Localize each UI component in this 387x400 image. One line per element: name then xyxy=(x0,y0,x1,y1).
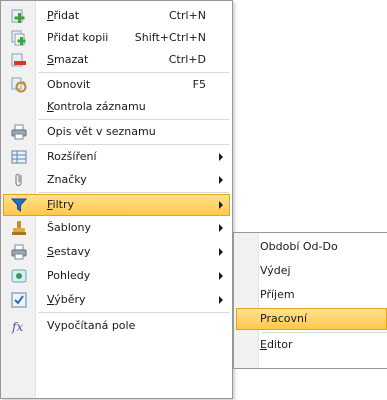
submenu-item-pracovni[interactable]: Pracovní xyxy=(236,308,387,330)
add-icon xyxy=(11,8,27,24)
menu-item-pridat[interactable]: Přidat Ctrl+N xyxy=(3,5,230,27)
submenu-arrow-icon xyxy=(219,176,223,184)
filter-icon xyxy=(10,197,28,213)
delete-icon xyxy=(11,52,27,68)
submenu-item-label: Příjem xyxy=(260,288,295,301)
menu-item-pridat-kopii[interactable]: Přidat kopii Shift+Ctrl+N xyxy=(3,27,230,49)
submenu-item-label: Editor xyxy=(260,338,293,351)
submenu-item-editor[interactable]: Editor xyxy=(236,334,387,356)
submenu-arrow-icon xyxy=(219,248,223,256)
menu-separator xyxy=(38,119,229,120)
menu-item-sestavy[interactable]: Sestavy xyxy=(3,241,230,263)
printer-icon xyxy=(11,124,27,140)
menu-item-label: Kontrola záznamu xyxy=(47,100,146,113)
paperclip-icon xyxy=(11,172,27,188)
submenu-arrow-icon xyxy=(219,272,223,280)
menu-item-label: Vypočítaná pole xyxy=(47,319,136,332)
menu-item-label: Přidat xyxy=(47,9,80,22)
add-copy-icon xyxy=(11,30,27,46)
menu-item-label: Filtry xyxy=(47,198,74,211)
menu-item-label: Rozšíření xyxy=(47,150,97,163)
menu-item-label: Smazat xyxy=(47,53,89,66)
filtry-submenu: Období Od-Do Výdej Příjem Pracovní Edito… xyxy=(233,232,387,369)
menu-item-pohledy[interactable]: Pohledy xyxy=(3,265,230,287)
stamp-icon xyxy=(11,220,27,236)
printer-icon xyxy=(11,244,27,260)
menu-item-kontrola-zaznamu[interactable]: Kontrola záznamu xyxy=(3,96,230,118)
context-menu: Přidat Ctrl+N Přidat kopii Shift+Ctrl+N … xyxy=(0,0,233,399)
submenu-arrow-icon xyxy=(219,296,223,304)
menu-item-znacky[interactable]: Značky xyxy=(3,169,230,191)
submenu-arrow-icon xyxy=(219,153,223,161)
menu-item-sablony[interactable]: Šablony xyxy=(3,217,230,239)
submenu-item-vydej[interactable]: Výdej xyxy=(236,260,387,282)
submenu-item-obdobi[interactable]: Období Od-Do xyxy=(236,236,387,258)
submenu-item-label: Období Od-Do xyxy=(260,240,338,253)
menu-item-vybery[interactable]: Výběry xyxy=(3,289,230,311)
menu-item-rozsireni[interactable]: Rozšíření xyxy=(3,146,230,168)
submenu-separator xyxy=(262,332,387,333)
menu-separator xyxy=(38,72,229,73)
grid-icon xyxy=(11,149,27,165)
menu-item-opis-vet[interactable]: Opis vět v seznamu xyxy=(3,121,230,143)
menu-separator xyxy=(38,192,229,193)
menu-separator xyxy=(38,312,229,313)
menu-item-obnovit[interactable]: Obnovit F5 xyxy=(3,74,230,96)
menu-item-label: Značky xyxy=(47,173,87,186)
menu-item-label: Opis vět v seznamu xyxy=(47,125,156,138)
submenu-item-label: Pracovní xyxy=(260,312,308,325)
menu-item-label: Přidat kopii xyxy=(47,31,109,44)
formula-icon: fx xyxy=(11,318,27,334)
menu-item-shortcut: F5 xyxy=(192,78,206,91)
view-icon xyxy=(11,268,27,284)
submenu-arrow-icon xyxy=(219,201,223,209)
submenu-item-label: Výdej xyxy=(260,264,291,277)
menu-item-shortcut: Shift+Ctrl+N xyxy=(134,31,206,44)
menu-item-smazat[interactable]: Smazat Ctrl+D xyxy=(3,49,230,71)
menu-item-label: Šablony xyxy=(47,221,91,234)
menu-item-label: Pohledy xyxy=(47,269,91,282)
menu-item-label: Sestavy xyxy=(47,245,91,258)
context-menu-stage: Přidat Ctrl+N Přidat kopii Shift+Ctrl+N … xyxy=(0,0,387,400)
menu-item-label: Obnovit xyxy=(47,78,91,91)
menu-item-filtry[interactable]: Filtry xyxy=(3,194,230,216)
menu-item-vypocitana-pole[interactable]: fx Vypočítaná pole xyxy=(3,315,230,337)
submenu-arrow-icon xyxy=(219,224,223,232)
submenu-item-prijem[interactable]: Příjem xyxy=(236,284,387,306)
menu-item-shortcut: Ctrl+D xyxy=(168,53,206,66)
menu-separator xyxy=(38,144,229,145)
menu-item-label: Výběry xyxy=(47,293,86,306)
menu-item-shortcut: Ctrl+N xyxy=(168,9,206,22)
svg-text:fx: fx xyxy=(11,320,23,334)
checkbox-icon xyxy=(11,292,27,308)
refresh-icon xyxy=(11,77,27,93)
